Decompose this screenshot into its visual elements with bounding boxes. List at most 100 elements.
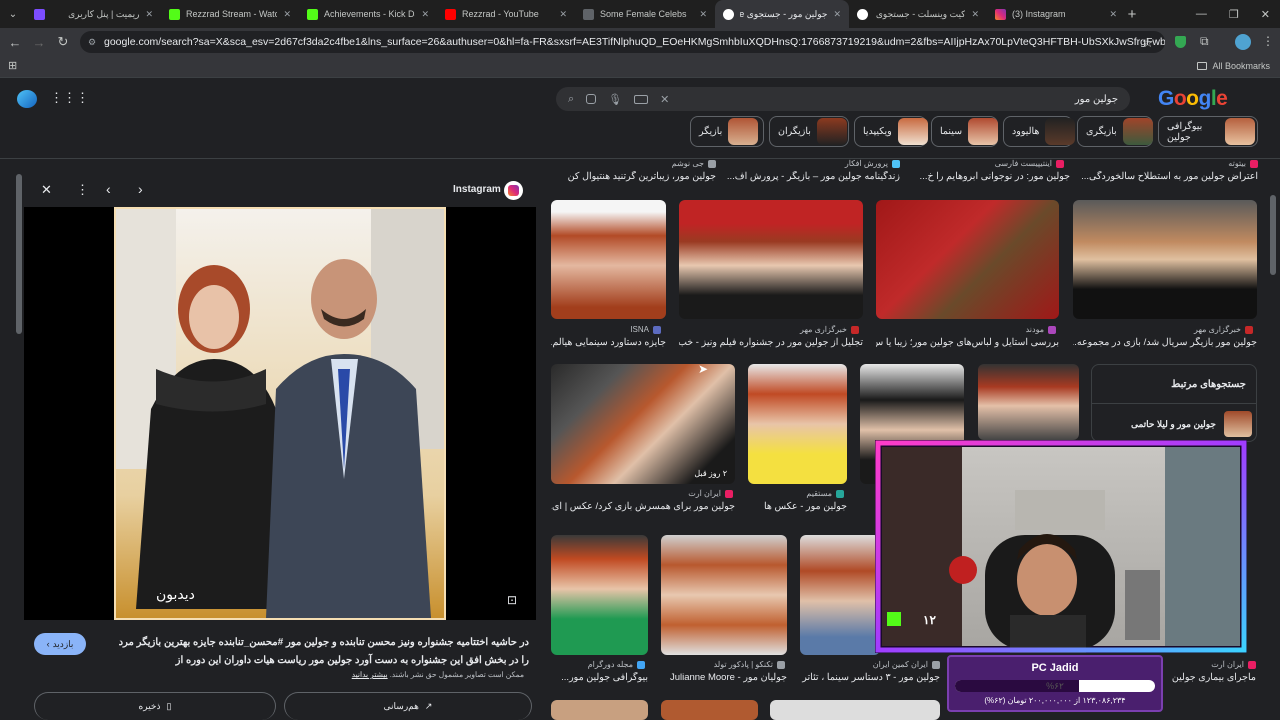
- result-thumbnail[interactable]: [551, 700, 648, 720]
- tab-youtube[interactable]: Rezzrad - YouTube ✕: [437, 0, 575, 28]
- tab-celebs[interactable]: Some Female Celebs ✕: [575, 0, 715, 28]
- result-thumbnail[interactable]: [551, 200, 666, 319]
- close-icon[interactable]: ✕: [41, 182, 52, 198]
- google-logo[interactable]: Google: [1158, 87, 1228, 111]
- more-options-icon[interactable]: ⋮: [76, 182, 89, 198]
- preview-image[interactable]: دیدبون: [114, 207, 446, 620]
- lens-icon[interactable]: [586, 94, 597, 104]
- result-caption[interactable]: بیوگرافی جولین مور...: [551, 672, 648, 683]
- related-searches-title: جستجوهای مرتبط: [1171, 379, 1246, 390]
- result-thumbnail[interactable]: [770, 700, 940, 720]
- chip-acting[interactable]: بازیگری: [1077, 116, 1153, 147]
- chip-cinema[interactable]: سینما: [931, 116, 999, 147]
- search-input[interactable]: جولین مور: [681, 94, 1118, 105]
- voice-search-icon[interactable]: 🎙: [608, 93, 622, 106]
- tab-instagram[interactable]: (3) Instagram ✕: [987, 0, 1125, 28]
- instagram-icon[interactable]: [504, 181, 523, 200]
- close-icon[interactable]: ✕: [699, 9, 707, 20]
- close-icon[interactable]: ✕: [145, 9, 153, 20]
- close-window-icon[interactable]: ✕: [1261, 8, 1270, 21]
- close-icon[interactable]: ✕: [559, 9, 567, 20]
- result-source: مستقیم: [748, 489, 844, 498]
- shield-extension-icon[interactable]: [1175, 36, 1186, 48]
- search-icon[interactable]: ⌕: [568, 93, 574, 106]
- bookmark-star-icon[interactable]: ☆: [1142, 35, 1154, 51]
- result-thumbnail[interactable]: [800, 535, 880, 655]
- chip-actors[interactable]: بازیگران: [769, 116, 849, 147]
- chip-hollywood[interactable]: هالیوود: [1003, 116, 1076, 147]
- back-icon[interactable]: ←: [8, 35, 22, 50]
- tab-kick-achievements[interactable]: Achievements - Kick Dash ✕: [299, 0, 437, 28]
- close-icon[interactable]: ✕: [833, 9, 841, 20]
- result-caption[interactable]: تجلیل از جولین مور در جشنواره فیلم ونیز …: [679, 337, 863, 348]
- result-caption[interactable]: جولین مور - ۳ دستاسر سینما ، تئاتر و موس…: [800, 672, 940, 683]
- result-caption[interactable]: ماجرای بیماری جولین مور...: [1170, 672, 1256, 683]
- result-thumbnail[interactable]: [876, 200, 1059, 319]
- source-name[interactable]: Instagram: [453, 184, 501, 195]
- chip-actor[interactable]: بازیگر: [690, 116, 764, 147]
- extensions-icon[interactable]: ⧉: [1200, 34, 1209, 49]
- related-search-item[interactable]: جولین مور و لیلا حاتمی: [1131, 411, 1252, 437]
- close-icon[interactable]: ✕: [283, 9, 291, 20]
- close-icon[interactable]: ✕: [971, 9, 979, 20]
- result-caption[interactable]: زندگینامه جولین مور – بازیگر - پرورش اف.…: [708, 171, 900, 182]
- result-caption[interactable]: جولین مور بازیگر سریال شد/ بازی در مجموع…: [1073, 337, 1257, 348]
- share-button[interactable]: هم‌رسانی ↗: [284, 692, 532, 720]
- result-thumbnail[interactable]: [661, 700, 758, 720]
- profile-avatar[interactable]: [17, 90, 37, 108]
- preview-scrollbar[interactable]: [16, 174, 22, 334]
- search-box[interactable]: ⌕ 🎙 ✕ جولین مور: [556, 87, 1130, 111]
- tab-google-julianne[interactable]: جولین مور - جستجوی Google ✕: [715, 0, 849, 28]
- chip-biography[interactable]: بیوگرافی جولین: [1158, 116, 1258, 147]
- profile-avatar[interactable]: [1235, 34, 1251, 50]
- tab-remit[interactable]: ریمیت | پنل کاربری ✕: [26, 0, 161, 28]
- scrollbar-thumb[interactable]: [1270, 195, 1276, 275]
- menu-icon[interactable]: ⋮: [1262, 34, 1274, 48]
- chip-wikipedia[interactable]: ویکیپدیا: [854, 116, 928, 147]
- tab-kick-stream[interactable]: Rezzrad Stream - Watch L ✕: [161, 0, 299, 28]
- reload-icon[interactable]: ↻: [56, 34, 70, 50]
- keyboard-icon[interactable]: [634, 94, 649, 104]
- result-thumbnail[interactable]: [748, 364, 847, 484]
- page-scrollbar[interactable]: [1270, 160, 1276, 720]
- google-apps-icon[interactable]: ⋮⋮⋮: [50, 90, 89, 106]
- apps-grid-icon[interactable]: ⊞: [8, 59, 17, 72]
- result-caption[interactable]: جولین مور، زیباترین گرتنید هنتیوال کن: [550, 171, 716, 182]
- webcam-overlay: ۱۲: [875, 440, 1247, 653]
- kick-favicon-icon: [307, 8, 318, 20]
- save-button[interactable]: ذخیره ▯: [34, 692, 276, 720]
- result-thumbnail[interactable]: [661, 535, 787, 655]
- clear-search-icon[interactable]: ✕: [660, 93, 669, 106]
- visit-button[interactable]: ‹ بازدید: [34, 633, 86, 655]
- tab-search-icon[interactable]: ⌄: [0, 9, 26, 20]
- result-caption[interactable]: بررسی استایل و لباس‌های جولین مور؛ زیبا …: [876, 337, 1059, 348]
- all-bookmarks-button[interactable]: All Bookmarks: [1197, 61, 1270, 71]
- minimize-icon[interactable]: —: [1196, 8, 1207, 20]
- result-thumbnail[interactable]: [551, 535, 648, 655]
- result-thumbnail[interactable]: ۲ روز قبل: [551, 364, 735, 484]
- result-source: مجله دورگرام: [551, 660, 645, 669]
- lens-search-icon[interactable]: ⊡: [507, 593, 517, 607]
- result-caption[interactable]: اعتراض جولین مور به استطلاح سالخوردگی...: [1072, 171, 1258, 182]
- forward-icon[interactable]: →: [32, 35, 46, 50]
- result-caption[interactable]: جولین مور برای همسرش بازی کرد/ عکس | ای.…: [551, 501, 735, 512]
- next-icon[interactable]: ›: [138, 181, 143, 197]
- tab-google-kate[interactable]: کیت وینسلت - جستجوی G ✕: [849, 0, 987, 28]
- previous-icon[interactable]: ‹: [106, 181, 111, 197]
- close-icon[interactable]: ✕: [421, 9, 429, 20]
- restore-icon[interactable]: ❐: [1229, 8, 1239, 21]
- result-thumbnail[interactable]: [978, 364, 1079, 440]
- result-caption[interactable]: جولین مور - عکس ها: [748, 501, 847, 512]
- result-caption[interactable]: جولین مور: در نوجوانی ابروهایم را خ...: [878, 171, 1070, 182]
- result-caption[interactable]: جولیان مور - Julianne Moore: [661, 672, 787, 683]
- result-caption[interactable]: جایزه دستاورد سینمایی هیالم...: [551, 337, 666, 348]
- copyright-text: ممکن است تصاویر مشمول حق نشر باشند.: [389, 670, 524, 679]
- url-field[interactable]: ⚙ google.com/search?sa=X&sca_esv=2d67cf3…: [80, 31, 1165, 53]
- result-thumbnail[interactable]: [679, 200, 863, 319]
- site-info-icon[interactable]: ⚙: [88, 37, 96, 48]
- kick-count: ۱۲: [923, 613, 936, 627]
- learn-more-link[interactable]: بیشتر بدانید: [352, 670, 388, 679]
- result-thumbnail[interactable]: [1073, 200, 1257, 319]
- close-icon[interactable]: ✕: [1109, 9, 1117, 20]
- new-tab-icon[interactable]: +: [1125, 6, 1139, 23]
